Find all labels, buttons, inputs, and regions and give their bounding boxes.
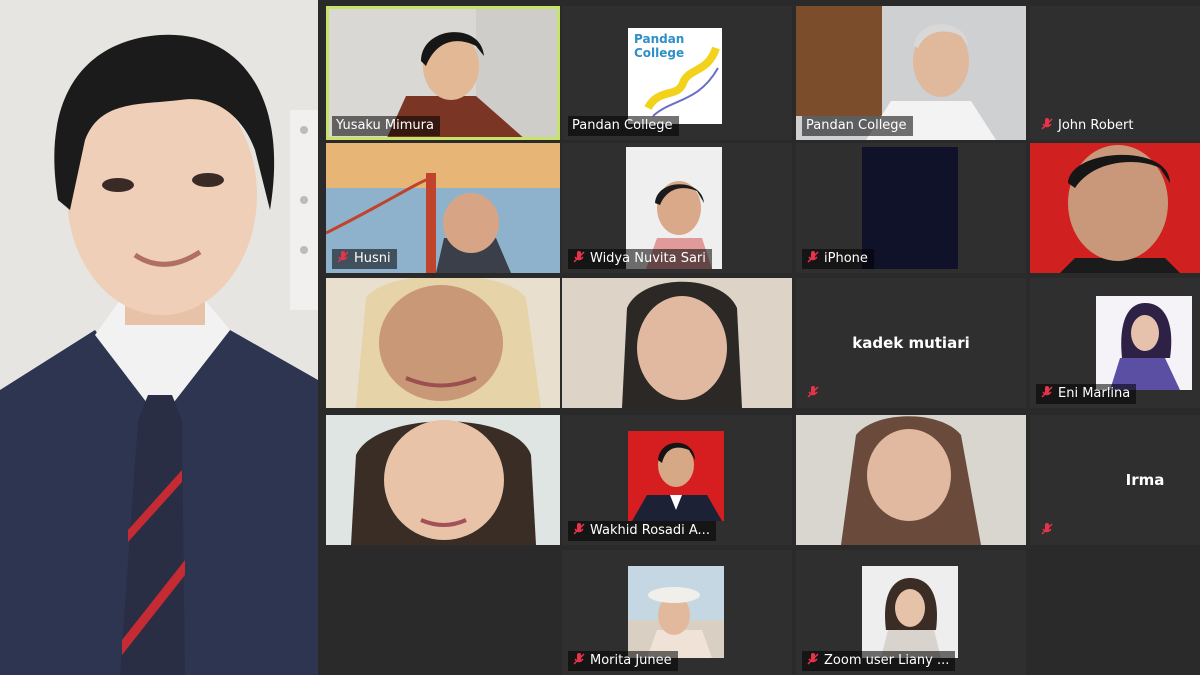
participant-tile[interactable] [562,278,792,408]
participant-tile[interactable]: iPhone [796,143,1026,273]
participant-tile[interactable]: Irma [1030,415,1200,545]
participant-tile[interactable]: Morita Junee [562,550,792,675]
participant-tile[interactable]: Zoom user Liany ... [796,550,1026,675]
muted-mic-icon [807,386,819,398]
muted-mic-icon [1041,386,1053,398]
participant-name: Irma [1125,471,1165,489]
college-logo: Pandan College [628,28,722,124]
participant-video [1030,143,1200,273]
participant-tile[interactable]: Wakhid Rosadi A... [562,415,792,545]
participant-tile[interactable]: Yusaku Mimura [326,6,560,140]
participant-tile[interactable]: John Robert [1030,6,1200,140]
muted-mic-icon [1041,118,1053,130]
participant-video [562,278,792,408]
gallery-grid: Yusaku Mimura Pandan College Pandan Coll… [318,0,1200,675]
presenter-portrait [0,0,318,675]
participant-name-label: iPhone [802,249,874,269]
participant-name-label: Pandan College [802,116,913,136]
participant-tile[interactable]: Widya Nuvita Sari [562,143,792,273]
participant-status [802,384,830,404]
participant-video [796,415,1026,545]
muted-mic-icon [573,523,585,535]
participant-name-label: Morita Junee [568,651,678,671]
presenter-video [0,0,318,675]
muted-mic-icon [807,251,819,263]
participant-status [1036,521,1064,541]
participant-tile[interactable]: Eni Marlina [1030,278,1200,408]
participant-name-label: Pandan College [568,116,679,136]
participant-name-label: Husni [332,249,397,269]
participant-name-label: John Robert [1036,116,1140,136]
participant-tile[interactable]: Husni [326,143,560,273]
participant-video [326,278,560,408]
participant-tile[interactable]: Pandan College Pandan College [562,6,792,140]
participant-name-label: Wakhid Rosadi A... [568,521,716,541]
muted-mic-icon [573,653,585,665]
participant-video [326,415,560,545]
participant-tile[interactable] [326,415,560,545]
participant-tile[interactable] [796,415,1026,545]
college-logo-wing-icon [644,46,720,117]
participant-tile[interactable] [326,278,560,408]
participant-tile[interactable]: Pandan College [796,6,1026,140]
participant-video [862,147,958,269]
muted-mic-icon [807,653,819,665]
participant-name: kadek mutiari [852,334,970,352]
participant-tile[interactable]: kadek mutiari [796,278,1026,408]
muted-mic-icon [337,251,349,263]
muted-mic-icon [573,251,585,263]
participant-name-label: Yusaku Mimura [332,116,440,136]
participant-name-label: Eni Marlina [1036,384,1137,404]
muted-mic-icon [1041,523,1053,535]
participant-tile[interactable] [1030,143,1200,273]
participant-name-label: Widya Nuvita Sari [568,249,712,269]
participant-name-label: Zoom user Liany ... [802,651,956,671]
